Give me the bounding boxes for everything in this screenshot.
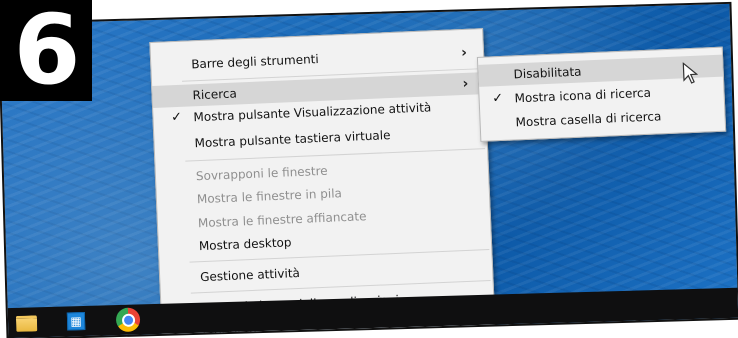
magazine-screenshot-panel: 6 Barre degli strumenti › Ricerca › ✓ Mo… <box>0 0 738 338</box>
check-icon: ✓ <box>491 90 504 107</box>
menu-item-label: Mostra le finestre in pila <box>196 186 343 207</box>
search-submenu: Disabilitata ✓ Mostra icona di ricerca M… <box>476 46 727 142</box>
menu-item-label: Barre degli strumenti <box>190 52 319 72</box>
submenu-item-label: Disabilitata <box>513 64 582 82</box>
chevron-right-icon: › <box>460 44 468 62</box>
step-number-badge: 6 <box>0 0 92 101</box>
windows-desktop-screenshot: Barre degli strumenti › Ricerca › ✓ Most… <box>0 1 738 338</box>
chrome-icon[interactable] <box>115 307 141 333</box>
submenu-item-label: Mostra casella di ricerca <box>515 109 662 130</box>
folder-icon[interactable] <box>15 315 38 332</box>
taskbar-context-menu: Barre degli strumenti › Ricerca › ✓ Most… <box>149 28 496 338</box>
chevron-right-icon: › <box>462 75 469 92</box>
store-icon[interactable]: ▦ <box>66 311 86 331</box>
menu-item-gestione-attivita[interactable]: Gestione attività <box>160 254 493 290</box>
menu-item-barre-degli-strumenti[interactable]: Barre degli strumenti › <box>151 41 484 77</box>
menu-item-label: Ricerca <box>192 86 238 103</box>
submenu-item-label: Mostra icona di ricerca <box>514 85 652 106</box>
menu-item-label: Mostra desktop <box>198 235 292 254</box>
check-icon: ✓ <box>170 109 183 126</box>
menu-item-label: Gestione attività <box>199 265 301 285</box>
menu-item-label: Mostra pulsante tastiera virtuale <box>194 128 391 151</box>
